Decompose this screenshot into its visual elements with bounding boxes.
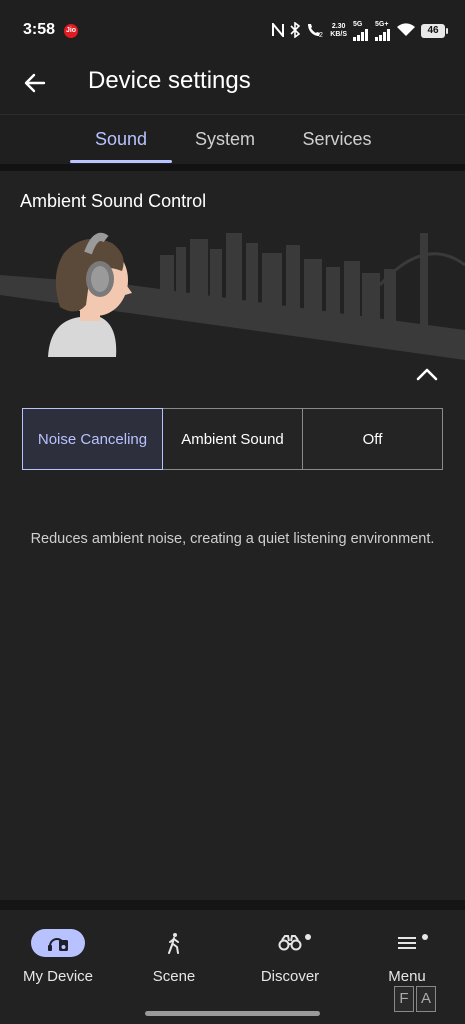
collapse-button[interactable]: [412, 362, 442, 386]
status-bar: 3:58 Jio 2 2.30 KB/S 5G 5G+ 46: [0, 0, 465, 62]
tab-bar: Sound System Services: [0, 114, 465, 165]
chevron-up-icon: [416, 368, 438, 381]
binoculars-icon: [278, 935, 302, 951]
walking-person-icon: [168, 933, 179, 954]
nav-discover[interactable]: Discover: [232, 910, 348, 1000]
bluetooth-icon: [290, 20, 301, 41]
ambient-mode-selector: Noise Canceling Ambient Sound Off: [22, 408, 443, 470]
page-title: Device settings: [88, 67, 251, 94]
status-icons: 2 2.30 KB/S 5G 5G+ 46: [272, 20, 448, 42]
home-indicator[interactable]: [145, 1011, 320, 1016]
back-arrow-icon: [24, 73, 46, 93]
carrier-badge: Jio: [64, 24, 78, 38]
nav-label: My Device: [22, 968, 93, 985]
notification-dot: [422, 934, 428, 940]
status-time: 3:58: [23, 21, 56, 38]
mode-description: Reduces ambient noise, creating a quiet …: [30, 531, 435, 547]
signal-icon: 5G+: [375, 21, 391, 41]
nav-label: Scene: [152, 968, 196, 985]
svg-text:2: 2: [319, 32, 323, 38]
back-button[interactable]: [20, 68, 50, 98]
nav-label: Menu: [388, 968, 426, 985]
wifi-calling-icon: 2: [306, 22, 324, 41]
nav-scene[interactable]: Scene: [116, 910, 232, 1000]
ambient-sound-illustration: [0, 232, 465, 360]
watermark-letter: F: [394, 986, 414, 1012]
tab-indicator: [70, 160, 172, 163]
menu-icon: [398, 937, 416, 949]
tab-services[interactable]: Services: [287, 129, 387, 150]
nav-label: Discover: [260, 968, 320, 985]
person-with-headphones-image: [48, 232, 132, 357]
divider: [0, 164, 465, 171]
app-header: Device settings: [0, 62, 465, 114]
watermark-letter: A: [416, 986, 436, 1012]
wifi-icon: [397, 22, 415, 40]
noise-canceling-button[interactable]: Noise Canceling: [22, 408, 163, 470]
tab-sound[interactable]: Sound: [70, 129, 172, 150]
ambient-sound-button[interactable]: Ambient Sound: [162, 408, 303, 470]
tab-system[interactable]: System: [180, 129, 270, 150]
headphones-device-icon: [48, 938, 68, 951]
off-button[interactable]: Off: [302, 408, 443, 470]
signal-icon: 5G: [353, 21, 369, 41]
section-title: Ambient Sound Control: [20, 191, 207, 211]
battery-icon: 46: [421, 24, 448, 38]
nav-my-device[interactable]: My Device: [0, 910, 116, 1000]
notification-dot: [305, 934, 311, 940]
nfc-icon: [272, 20, 285, 40]
network-speed: 2.30 KB/S: [330, 23, 347, 38]
divider: [0, 900, 465, 910]
watermark-logo: F A: [394, 986, 436, 1014]
